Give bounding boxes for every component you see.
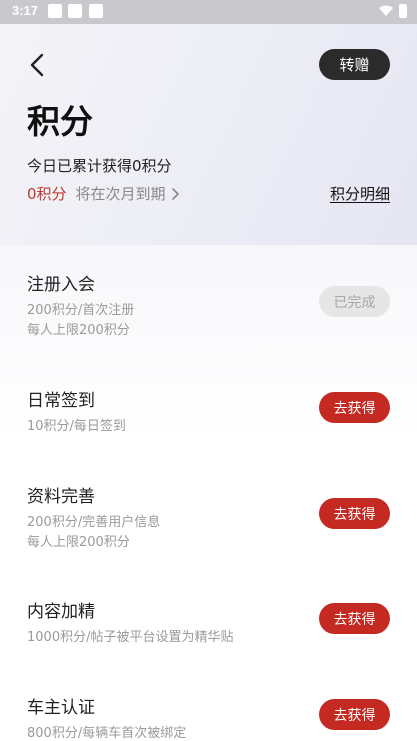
points-detail-link[interactable]: 积分明细	[330, 183, 390, 204]
page-title: 积分	[27, 102, 93, 141]
task-get-button[interactable]: 去获得	[319, 603, 390, 634]
task-item: 注册入会 200积分/首次注册 每人上限200积分 已完成	[27, 270, 390, 341]
expiry-text: 将在次月到期	[75, 185, 166, 203]
task-get-button[interactable]: 去获得	[319, 392, 390, 423]
task-item: 日常签到 10积分/每日签到 去获得	[27, 386, 390, 437]
points-value: 0积分	[27, 185, 67, 203]
wifi-icon	[379, 5, 393, 16]
notification-icon	[68, 4, 82, 18]
points-expiry-row[interactable]: 0积分 将在次月到期	[27, 183, 180, 204]
task-item: 资料完善 200积分/完善用户信息 每人上限200积分 去获得	[27, 482, 390, 553]
task-get-button[interactable]: 去获得	[319, 498, 390, 529]
task-item: 车主认证 800积分/每辆车首次被绑定 去获得	[27, 693, 390, 741]
task-limit: 每人上限200积分	[27, 323, 130, 338]
transfer-button[interactable]: 转赠	[319, 49, 390, 80]
task-item: 内容加精 1000积分/帖子被平台设置为精华贴 去获得	[27, 597, 390, 648]
battery-icon	[399, 4, 407, 18]
task-limit: 每人上限200积分	[27, 535, 130, 550]
status-time: 3:17	[12, 3, 39, 18]
chevron-right-icon	[171, 187, 179, 200]
task-completed-button: 已完成	[319, 286, 390, 317]
chevron-left-icon	[30, 53, 44, 77]
task-get-button[interactable]: 去获得	[319, 699, 390, 730]
notification-icon	[48, 4, 62, 18]
back-button[interactable]	[24, 50, 54, 80]
status-bar: 3:17	[0, 0, 417, 24]
status-icons	[379, 4, 407, 18]
notification-icon	[89, 4, 103, 18]
today-points-text: 今日已累计获得0积分	[27, 157, 172, 175]
